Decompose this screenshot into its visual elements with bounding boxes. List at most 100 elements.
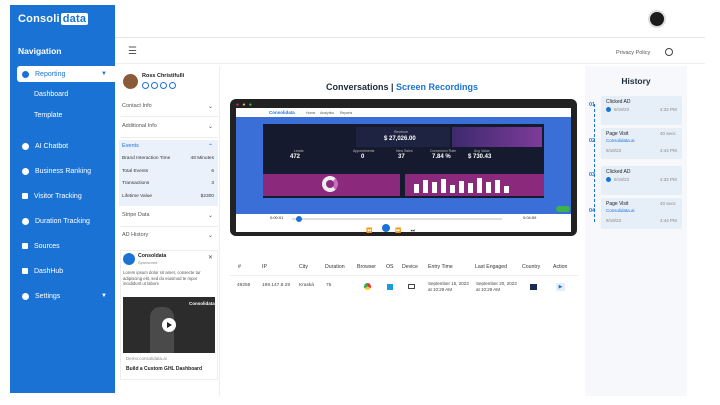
ad-text: Lorem ipsum dolor sit amet, consecte tur… — [123, 270, 201, 287]
close-icon[interactable]: ✕ — [208, 254, 213, 261]
history-item-time: 4:44 PM — [660, 218, 677, 223]
event-row: Brand Interaction Time 48 Minutes — [122, 156, 214, 161]
player-buttons[interactable]: ⏪ ⏩ ⏭ — [366, 224, 419, 234]
ad-title[interactable]: Build a Custom GHL Dashboard — [126, 366, 202, 372]
event-row: Lifetime Value $2300 — [122, 194, 214, 199]
history-item-title: Page Visit — [606, 131, 629, 137]
cell-duration: 75 — [326, 283, 332, 288]
page-title: Conversations | Screen Recordings — [325, 82, 479, 92]
history-item-date: 9/18/23 — [606, 218, 622, 223]
history-item-link[interactable]: Consolidata.ai — [606, 138, 635, 143]
tile-value: 0 — [361, 154, 365, 160]
cell-ip: 199.147.8.29 — [262, 283, 291, 288]
accordion-events[interactable]: Events ⌃ — [122, 143, 218, 150]
tile-label: Conversion Rate — [430, 149, 457, 153]
history-item-date: 9/18/23 — [614, 107, 630, 112]
history-item-time: 4:32 PM — [660, 107, 677, 112]
ad-domain[interactable]: Demo.consolidata.ai — [126, 356, 167, 361]
privacy-policy-link[interactable]: Privacy Policy — [616, 50, 650, 56]
cell-city: Kraská — [299, 283, 314, 288]
logo[interactable]: Consoli data — [18, 13, 89, 25]
toggle[interactable] — [556, 206, 570, 212]
recording-logo: Consolidata — [269, 110, 295, 115]
user-avatar[interactable] — [648, 10, 666, 28]
chevron-down-icon: ▼ — [101, 71, 107, 77]
clock-icon — [22, 217, 29, 225]
col-header: Country — [522, 264, 541, 270]
chevron-down-icon: ▼ — [101, 293, 107, 299]
recording-nav-reports: Reports — [340, 111, 353, 115]
sub-item-dashboard[interactable]: Dashboard — [34, 91, 68, 98]
ad-video-brand: Consolidata — [189, 301, 215, 306]
nav-item-ai-chatbot[interactable]: AI Chatbot — [10, 138, 115, 154]
nav-item-duration-tracking[interactable]: Duration Tracking — [10, 213, 115, 229]
history-item-link[interactable]: Consolidata.ai — [606, 208, 635, 213]
location-icon — [22, 167, 29, 175]
nav-title: Navigation — [18, 46, 62, 56]
cell-entry-time: September 15, 2023 at 10:29 AM — [428, 281, 469, 292]
history-title: History — [621, 76, 651, 86]
history-item-title: Clicked AD — [606, 99, 631, 105]
link-icon[interactable] — [169, 82, 176, 89]
play-button[interactable]: ▶ — [556, 283, 565, 291]
ad-brand: Consoldata — [138, 253, 167, 259]
col-header: Device — [402, 264, 418, 270]
flag-icon — [530, 284, 537, 290]
gear-icon — [22, 292, 29, 300]
tile-value: 37 — [398, 154, 405, 160]
sub-item-template[interactable]: Template — [34, 112, 62, 119]
history-item-date: 9/18/23 — [606, 148, 622, 153]
accordion-contact-info[interactable]: Contact Info ⌄ — [122, 103, 218, 110]
history-item-time: 4:32 PM — [660, 177, 677, 182]
video-time-current: 0:00:01 — [270, 215, 284, 220]
accordion-ad-history[interactable]: AD History ⌄ — [122, 232, 218, 239]
col-header: Duration — [325, 264, 345, 270]
twitter-icon[interactable] — [160, 82, 167, 89]
history-num: 01 — [589, 102, 596, 108]
donut-chart — [322, 176, 338, 192]
linkedin-icon[interactable] — [151, 82, 158, 89]
tile-value: $ 27,026.00 — [384, 136, 416, 142]
event-row: Transactions 3 — [122, 181, 214, 186]
col-header: Last Engaged — [475, 264, 508, 270]
nav-item-business-ranking[interactable]: Business Ranking — [10, 163, 115, 179]
video-time-total: 0:04:59 — [523, 215, 537, 220]
nav-item-reporting[interactable]: Reporting ▼ — [17, 66, 115, 82]
accordion-additional-info[interactable]: Additional Info ⌄ — [122, 123, 218, 130]
history-num: 03 — [589, 172, 596, 178]
play-icon[interactable] — [162, 318, 176, 332]
col-header: # — [238, 264, 241, 270]
branch-icon — [22, 243, 28, 249]
history-item-time: 4:44 PM — [660, 148, 677, 153]
tile-value: 7.84 % — [432, 154, 451, 160]
history-num: 04 — [589, 208, 596, 214]
cell-id: 49255 — [237, 283, 251, 288]
nav-item-sources[interactable]: Sources — [10, 238, 115, 254]
facebook-icon[interactable] — [142, 82, 149, 89]
ad-brand-logo — [123, 253, 135, 265]
history-item-date: 9/18/23 — [614, 177, 630, 182]
tile-value: $ 730.43 — [468, 154, 492, 160]
tile-label: Appointments — [353, 149, 375, 153]
contact-avatar — [123, 74, 138, 89]
event-row: Total Events 6 — [122, 169, 214, 174]
tile-label: Revenue — [394, 130, 409, 134]
recording-nav-analytics: Analytics — [320, 111, 335, 115]
history-item-title: Clicked AD — [606, 169, 631, 175]
nav-item-dashhub[interactable]: DashHub — [10, 263, 115, 279]
video-progress[interactable] — [292, 218, 502, 220]
accordion-stripe-data[interactable]: Stripe Data ⌄ — [122, 212, 218, 219]
chart-area — [452, 127, 542, 147]
facebook-icon — [606, 107, 611, 112]
video-scrubber[interactable] — [296, 216, 302, 222]
edit-icon — [22, 268, 28, 274]
nav-item-visitor-tracking[interactable]: Visitor Tracking — [10, 188, 115, 204]
history-num: 02 — [589, 138, 596, 144]
top-bar — [115, 5, 705, 38]
hamburger-icon[interactable]: ☰ — [128, 46, 137, 57]
facebook-icon — [606, 177, 611, 182]
nav-item-settings[interactable]: Settings ▼ — [10, 288, 115, 304]
history-item-extra: 40 secs — [660, 131, 676, 136]
account-icon[interactable] — [665, 48, 673, 56]
col-header: IP — [262, 264, 267, 270]
